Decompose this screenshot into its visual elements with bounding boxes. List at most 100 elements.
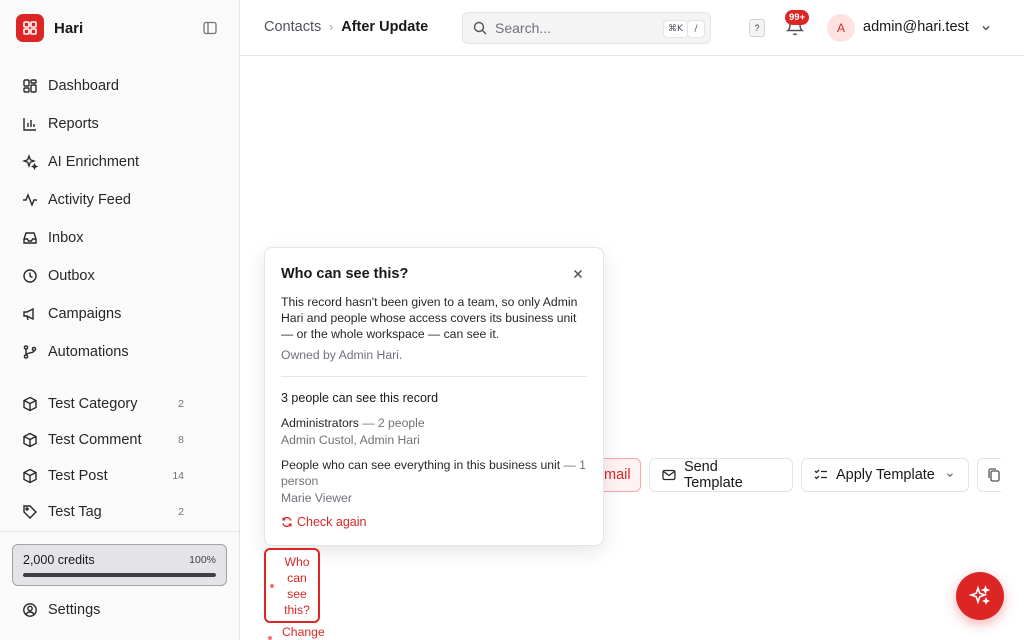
access-group-name: People who can see everything in this bu…: [281, 458, 561, 472]
apply-template-label: Apply Template: [836, 467, 935, 483]
breadcrumb-contacts-link[interactable]: Contacts: [264, 19, 321, 35]
sidebar-item-dashboard[interactable]: Dashboard: [12, 69, 228, 103]
who-can-see-button[interactable]: Who can see this?: [264, 548, 320, 623]
search-box[interactable]: ⌘K /: [462, 12, 711, 44]
sidebar-item-inbox[interactable]: Inbox: [12, 221, 228, 255]
apply-template-button[interactable]: Apply Template: [801, 458, 969, 492]
copy-button[interactable]: [977, 458, 1001, 492]
status-dot: [268, 636, 272, 640]
cube-icon: [23, 396, 37, 412]
change-label: Change: [282, 625, 325, 639]
visibility-popover: Who can see this? This record hasn't bee…: [264, 247, 604, 546]
check-again-label: Check again: [297, 515, 367, 529]
popover-owner: Owned by Admin Hari.: [281, 348, 403, 362]
sparkles-icon: [969, 585, 991, 606]
access-group-title: Administrators — 2 people: [281, 415, 587, 431]
credits-meter[interactable]: 2,000 credits 100%: [12, 544, 227, 586]
search-input[interactable]: [495, 20, 645, 36]
search-icon: [473, 21, 487, 35]
sparkles-icon: [22, 154, 38, 170]
sidebar-item-label: Settings: [48, 602, 101, 618]
access-group-title: People who can see everything in this bu…: [281, 457, 587, 489]
popover-divider: [281, 376, 587, 377]
access-group-members: Admin Custol, Admin Hari: [281, 433, 420, 447]
copy-icon: [988, 468, 1000, 482]
popover-count: 3 people can see this record: [281, 391, 439, 405]
list-checks-icon: [814, 469, 827, 480]
status-dot: [270, 584, 274, 588]
app-name: Hari: [54, 19, 84, 37]
topbar: Contacts › After Update ⌘K / ? 99+ A adm…: [240, 0, 1024, 56]
bar-chart-icon: [23, 118, 36, 131]
user-circle-icon: [23, 603, 37, 617]
change-visibility-link[interactable]: Change: [268, 625, 325, 639]
breadcrumb: Contacts › After Update: [264, 19, 428, 35]
sidebar-item-count: 2: [178, 398, 184, 410]
close-icon[interactable]: [571, 267, 585, 281]
sidebar-item-label: Reports: [48, 116, 99, 132]
inbox-icon: [23, 232, 37, 244]
access-group: Administrators — 2 people Admin Custol, …: [281, 415, 587, 447]
sidebar-divider: [0, 531, 240, 532]
sidebar-item-test-tag[interactable]: Test Tag 2: [12, 495, 228, 529]
chevron-down-icon[interactable]: [980, 22, 992, 34]
tag-icon: [23, 505, 37, 519]
access-group: People who can see everything in this bu…: [281, 457, 587, 505]
sidebar-item-label: Test Comment: [48, 432, 142, 448]
sidebar-item-label: Dashboard: [48, 78, 119, 94]
sidebar-item-campaigns[interactable]: Campaigns: [12, 297, 228, 331]
sidebar-item-label: Automations: [48, 344, 129, 360]
sidebar-item-ai-enrichment[interactable]: AI Enrichment: [12, 145, 228, 179]
sidebar-item-reports[interactable]: Reports: [12, 107, 228, 141]
who-can-see-label: Who can see this?: [284, 555, 310, 617]
cube-icon: [23, 432, 37, 448]
mail-icon: [662, 469, 676, 481]
sidebar-item-settings[interactable]: Settings: [12, 593, 228, 627]
help-button[interactable]: ?: [749, 19, 765, 37]
access-group-name: Administrators: [281, 416, 359, 430]
search-slash-kbd: /: [687, 20, 705, 38]
sidebar-item-activity-feed[interactable]: Activity Feed: [12, 183, 228, 217]
popover-title: Who can see this?: [281, 266, 409, 282]
sidebar-item-label: Test Post: [48, 468, 108, 484]
sidebar-item-count: 2: [178, 506, 184, 518]
sidebar-collapse-icon[interactable]: [200, 18, 220, 38]
activity-icon: [23, 193, 37, 207]
dashboard-icon: [23, 79, 37, 93]
credits-progress-bar: [23, 573, 216, 577]
sidebar-item-outbox[interactable]: Outbox: [12, 259, 228, 293]
git-branch-icon: [23, 345, 37, 359]
user-email[interactable]: admin@hari.test: [863, 19, 969, 35]
credits-label: 2,000 credits: [23, 553, 95, 567]
sidebar-item-label: Inbox: [48, 230, 84, 246]
notification-badge: 99+: [785, 10, 810, 25]
access-group-members: Marie Viewer: [281, 491, 352, 505]
sidebar-item-label: AI Enrichment: [48, 154, 140, 170]
sidebar-item-label: Test Category: [48, 396, 138, 412]
chevron-down-icon: [946, 473, 953, 478]
sidebar-item-automations[interactable]: Automations: [12, 335, 228, 369]
credits-percent: 100%: [189, 554, 216, 566]
sidebar-item-label: Test Tag: [48, 504, 102, 520]
sidebar: Hari Dashboard Reports AI Enrichment Act…: [0, 0, 240, 640]
avatar[interactable]: A: [827, 14, 855, 42]
access-group-meta: — 2 people: [358, 416, 425, 430]
sidebar-item-label: Outbox: [48, 268, 95, 284]
app-logo-icon: [16, 14, 44, 42]
brand[interactable]: Hari: [16, 14, 83, 42]
search-shortcut-kbd: ⌘K: [663, 20, 688, 38]
sidebar-item-label: Campaigns: [48, 306, 122, 322]
sidebar-item-count: 14: [172, 470, 184, 482]
send-template-button[interactable]: Send Template: [649, 458, 793, 492]
sidebar-item-count: 8: [178, 434, 184, 446]
credits-progress-fill: [23, 573, 216, 577]
cube-icon: [23, 468, 37, 484]
popover-description: This record hasn't been given to a team,…: [281, 295, 578, 341]
megaphone-icon: [23, 307, 34, 321]
sidebar-item-test-category[interactable]: Test Category 2: [12, 387, 228, 421]
check-again-button[interactable]: Check again: [281, 515, 587, 529]
ai-assistant-button[interactable]: [956, 572, 1004, 620]
sidebar-item-test-comment[interactable]: Test Comment 8: [12, 423, 228, 457]
send-template-label: Send Template: [683, 459, 743, 491]
sidebar-item-test-post[interactable]: Test Post 14: [12, 459, 228, 493]
